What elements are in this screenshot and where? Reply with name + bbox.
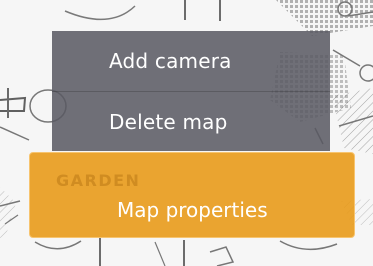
- map-area-label: GARDEN: [56, 171, 141, 190]
- delete-map-label: Delete map: [109, 110, 228, 134]
- context-menu: Add camera Delete map: [52, 31, 330, 151]
- map-properties-label: Map properties: [117, 198, 268, 222]
- add-camera-label: Add camera: [109, 49, 232, 73]
- add-camera-menu-item[interactable]: Add camera: [52, 31, 330, 91]
- map-view: Add camera Delete map GARDEN Map propert…: [0, 0, 373, 266]
- map-properties-menu-item[interactable]: GARDEN Map properties: [29, 152, 355, 238]
- delete-map-menu-item[interactable]: Delete map: [52, 92, 330, 152]
